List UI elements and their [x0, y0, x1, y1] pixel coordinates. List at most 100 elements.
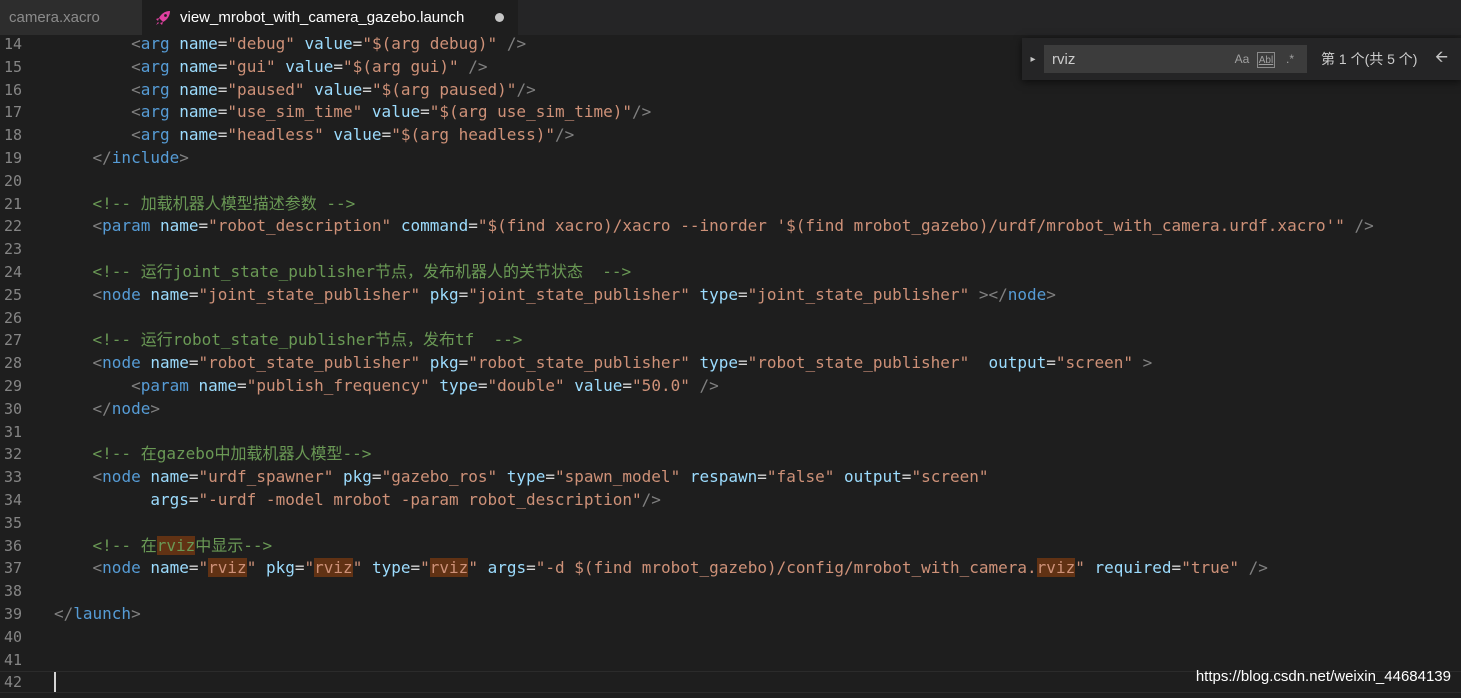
arrow-left-icon[interactable]: 🡨: [1435, 46, 1448, 73]
code-token: "$(arg paused)": [371, 79, 517, 99]
code-token: <: [54, 284, 103, 304]
chevron-right-icon[interactable]: ▸: [1022, 38, 1044, 80]
tab-view-launch[interactable]: view_mrobot_with_camera_gazebo.launch: [142, 0, 518, 35]
search-match-highlight: rviz: [156, 535, 196, 555]
line-code: <arg name="use_sim_time" value="$(arg us…: [54, 101, 651, 123]
code-token: respawn: [689, 467, 758, 487]
line-number: 33: [3, 468, 22, 487]
regex-toggle[interactable]: .*: [1279, 49, 1301, 69]
code-editor[interactable]: 14 <arg name="debug" value="$(arg debug)…: [0, 35, 1461, 698]
line-code: <!-- 运行robot_state_publisher节点，发布tf -->: [54, 329, 523, 351]
code-token: </: [54, 398, 112, 418]
line-number: 22: [3, 217, 22, 236]
code-line[interactable]: 22 <param name="robot_description" comma…: [0, 215, 1461, 237]
code-token: =: [217, 125, 228, 145]
code-line[interactable]: 29 <param name="publish_frequency" type=…: [0, 375, 1461, 397]
code-line[interactable]: 28 <node name="robot_state_publisher" pk…: [0, 352, 1461, 374]
line-number: 24: [3, 263, 22, 281]
code-token: =: [468, 216, 478, 236]
code-token: pkg: [265, 558, 295, 578]
code-token: include: [111, 148, 180, 167]
code-line[interactable]: 24 <!-- 运行joint_state_publisher节点，发布机器人的…: [0, 261, 1461, 283]
code-line[interactable]: 40: [0, 626, 1461, 648]
match-case-toggle[interactable]: Aa: [1231, 49, 1253, 69]
code-token: =: [333, 56, 344, 76]
code-token: =: [622, 376, 633, 395]
code-line[interactable]: 39 </launch>: [0, 603, 1461, 625]
code-token: =: [188, 467, 199, 487]
code-token: "screen": [911, 467, 989, 487]
code-line[interactable]: 30 </node>: [0, 398, 1461, 420]
code-token: required: [1094, 558, 1172, 578]
code-token: />: [468, 56, 488, 76]
code-token: =: [217, 102, 228, 122]
line-number: 32: [3, 445, 22, 464]
code-line[interactable]: 19 </include>: [0, 147, 1461, 169]
code-token: name: [179, 79, 218, 99]
code-line[interactable]: 33 <node name="urdf_spawner" pkg="gazebo…: [0, 466, 1461, 488]
code-line[interactable]: 25 <node name="joint_state_publisher" pk…: [0, 284, 1461, 306]
code-line[interactable]: 18 <arg name="headless" value="$(arg hea…: [0, 124, 1461, 146]
code-line[interactable]: 35: [0, 512, 1461, 534]
code-token: <: [54, 467, 103, 487]
code-line[interactable]: 32 <!-- 在gazebo中加载机器人模型-->: [0, 443, 1461, 465]
tab-camera-xacro[interactable]: camera.xacro: [0, 0, 142, 35]
code-token: =: [526, 558, 536, 578]
line-number: 18: [3, 126, 22, 145]
code-token: =: [1171, 558, 1182, 578]
code-token: "robot_state_publisher": [468, 353, 690, 373]
code-token: />: [641, 490, 661, 509]
line-number: 34: [3, 491, 22, 509]
code-token: "false": [766, 467, 835, 487]
code-token: />: [632, 102, 652, 122]
code-token: type: [699, 353, 738, 373]
line-number: 15: [3, 57, 22, 76]
code-line[interactable]: 23: [0, 238, 1461, 260]
find-input[interactable]: [1052, 50, 1222, 68]
code-token: ></: [978, 284, 1008, 304]
code-line[interactable]: 20: [0, 170, 1461, 192]
code-token: value: [371, 102, 421, 122]
code-token: <: [54, 376, 141, 395]
code-token: =: [1046, 353, 1056, 373]
code-token: "joint_state_publisher": [747, 284, 970, 304]
tab-bar: camera.xacro view_mrobot_with_camera_gaz…: [0, 0, 1461, 35]
code-line[interactable]: 37 <node name="rviz" pkg="rviz" type="rv…: [0, 557, 1461, 579]
find-input-box[interactable]: Aa Abl .*: [1044, 45, 1307, 73]
code-line[interactable]: 38: [0, 580, 1461, 602]
code-token: "$(arg headless)": [391, 125, 555, 145]
code-token: >: [131, 604, 141, 623]
code-token: type: [506, 467, 546, 487]
line-number: 14: [3, 35, 22, 53]
code-token: name: [150, 558, 189, 578]
code-token: "paused": [227, 79, 305, 99]
whole-word-toggle[interactable]: Abl: [1257, 52, 1275, 68]
code-line[interactable]: 26: [0, 307, 1461, 329]
code-line[interactable]: 31: [0, 421, 1461, 443]
search-match-highlight: rviz: [208, 558, 247, 578]
code-line[interactable]: 36 <!-- 在rviz中显示-->: [0, 535, 1461, 557]
code-token: type: [699, 284, 738, 304]
line-code: <param name="publish_frequency" type="do…: [54, 375, 719, 397]
code-line[interactable]: 21 <!-- 加载机器人模型描述参数 -->: [0, 193, 1461, 215]
code-line[interactable]: 34 args="-urdf -model mrobot -param robo…: [0, 489, 1461, 511]
code-token: <!-- 运行joint_state_publisher节点，发布机器人的关节状…: [54, 262, 632, 281]
code-line[interactable]: 16 <arg name="paused" value="$(arg pause…: [0, 79, 1461, 101]
code-token: value: [333, 125, 382, 145]
code-line[interactable]: 27 <!-- 运行robot_state_publisher节点，发布tf -…: [0, 329, 1461, 351]
code-line[interactable]: 17 <arg name="use_sim_time" value="$(arg…: [0, 101, 1461, 123]
unsaved-dot-icon[interactable]: [495, 13, 504, 22]
code-token: name: [179, 35, 218, 53]
code-token: name: [150, 467, 189, 487]
